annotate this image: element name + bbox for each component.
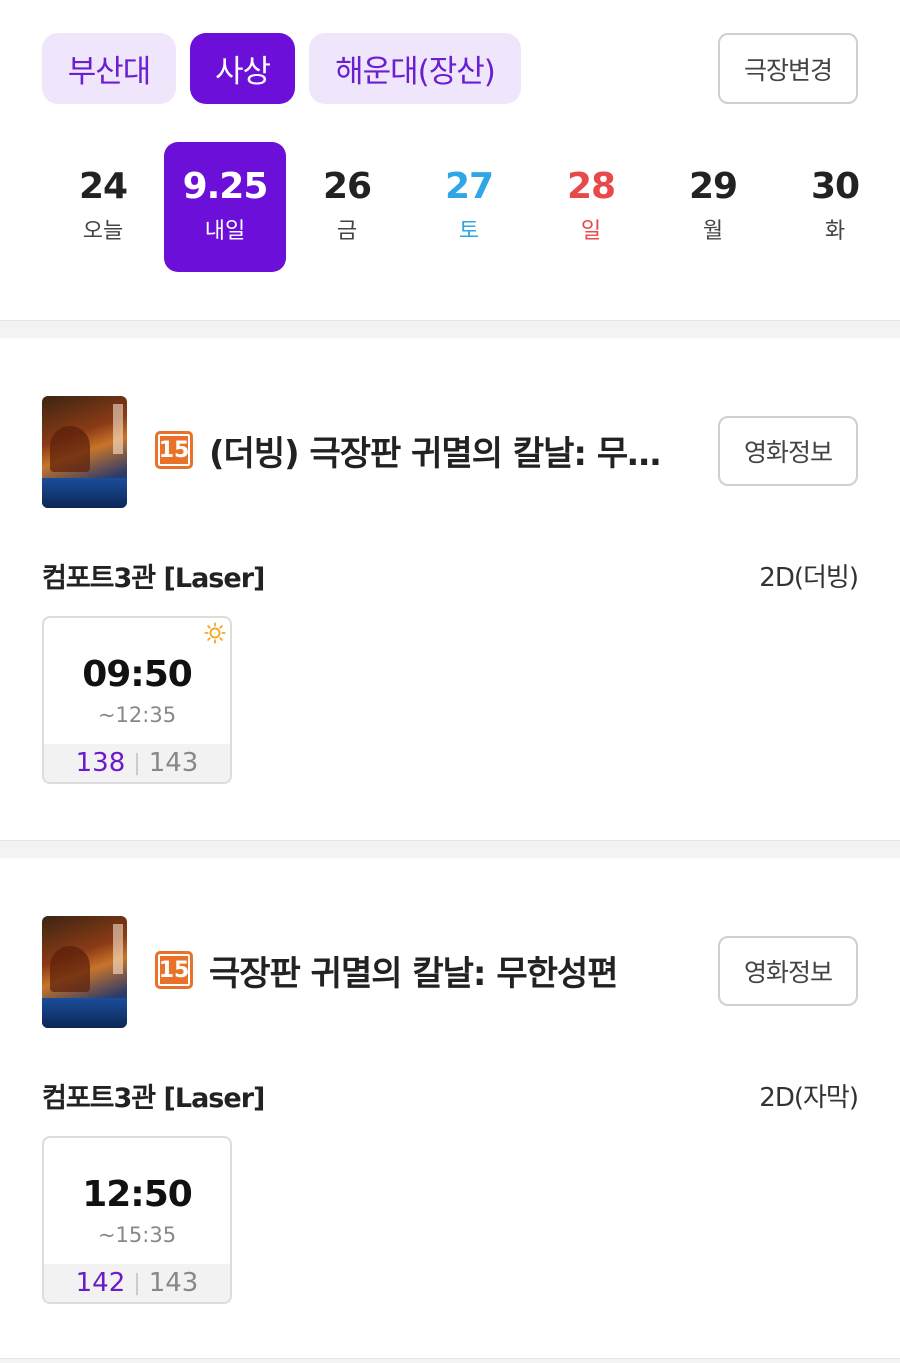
change-theater-button[interactable]: 극장변경 (718, 33, 858, 104)
date-weekday: 내일 (204, 219, 246, 244)
date-item-30[interactable]: 30 화 (774, 142, 896, 272)
date-weekday: 월 (702, 219, 724, 244)
total-seats: 143 (148, 748, 199, 778)
age-rating-badge: 15 (155, 951, 193, 989)
movie-info-button[interactable]: 영화정보 (718, 936, 858, 1006)
movie-poster[interactable] (42, 916, 127, 1028)
movie-title[interactable]: (더빙) 극장판 귀멸의 칼날: 무한성편 (209, 426, 679, 475)
theater-chip-sasang[interactable]: 사상 (190, 33, 295, 104)
poster-title-art (113, 924, 123, 974)
section-divider (0, 1358, 900, 1363)
date-weekday: 일 (580, 219, 602, 244)
poster-figure (50, 946, 90, 992)
poster-wave-art (42, 478, 127, 508)
date-selector: 24 오늘 9.25 내일 26 금 27 토 28 일 29 월 30 화 (42, 142, 872, 272)
date-number: 30 (810, 166, 860, 207)
screen-format: 2D(더빙) (759, 563, 859, 593)
theater-chip-haeundae-jangsan[interactable]: 해운대(장산) (309, 33, 521, 104)
remaining-seats: 138 (75, 748, 126, 778)
movie-info-button[interactable]: 영화정보 (718, 416, 858, 486)
showtime-end: ~12:35 (97, 703, 177, 727)
date-item-25[interactable]: 9.25 내일 (164, 142, 286, 272)
date-number: 27 (444, 166, 494, 207)
showtime-card[interactable]: 09:50 ~12:35 138 | 143 (42, 616, 232, 784)
movie-title[interactable]: 극장판 귀멸의 칼날: 무한성편 (209, 946, 679, 995)
sun-icon (204, 622, 226, 644)
remaining-seats: 142 (75, 1268, 126, 1298)
date-item-29[interactable]: 29 월 (652, 142, 774, 272)
date-number: 26 (322, 166, 372, 207)
date-item-28[interactable]: 28 일 (530, 142, 652, 272)
screen-format: 2D(자막) (759, 1083, 859, 1113)
hall-name: 컴포트3관 [Laser] (42, 1083, 265, 1114)
theater-selector: 부산대 사상 해운대(장산) 극장변경 (42, 33, 858, 104)
showtime-card[interactable]: 12:50 ~15:35 142 | 143 (42, 1136, 232, 1304)
seat-availability: 138 | 143 (44, 744, 230, 782)
movie-poster[interactable] (42, 396, 127, 508)
age-rating-badge: 15 (155, 431, 193, 469)
showtime-start: 09:50 (82, 654, 193, 695)
date-number: 29 (688, 166, 738, 207)
section-divider (0, 320, 900, 338)
date-item-24[interactable]: 24 오늘 (42, 142, 164, 272)
poster-title-art (113, 404, 123, 454)
hall-name: 컴포트3관 [Laser] (42, 563, 265, 594)
showtime-end: ~15:35 (97, 1223, 177, 1247)
date-number: 28 (566, 166, 616, 207)
theater-chip-busan-univ[interactable]: 부산대 (42, 33, 176, 104)
showtime-start: 12:50 (82, 1174, 193, 1215)
date-number: 9.25 (182, 166, 269, 207)
date-number: 24 (78, 166, 128, 207)
date-weekday: 금 (336, 219, 358, 244)
date-item-27[interactable]: 27 토 (408, 142, 530, 272)
date-weekday: 오늘 (82, 219, 124, 244)
poster-figure (50, 426, 90, 472)
total-seats: 143 (148, 1268, 199, 1298)
date-weekday: 토 (458, 219, 480, 244)
date-item-26[interactable]: 26 금 (286, 142, 408, 272)
seat-separator: | (133, 1270, 141, 1296)
seat-availability: 142 | 143 (44, 1264, 230, 1302)
date-weekday: 화 (824, 219, 846, 244)
section-divider (0, 840, 900, 858)
seat-separator: | (133, 750, 141, 776)
poster-wave-art (42, 998, 127, 1028)
